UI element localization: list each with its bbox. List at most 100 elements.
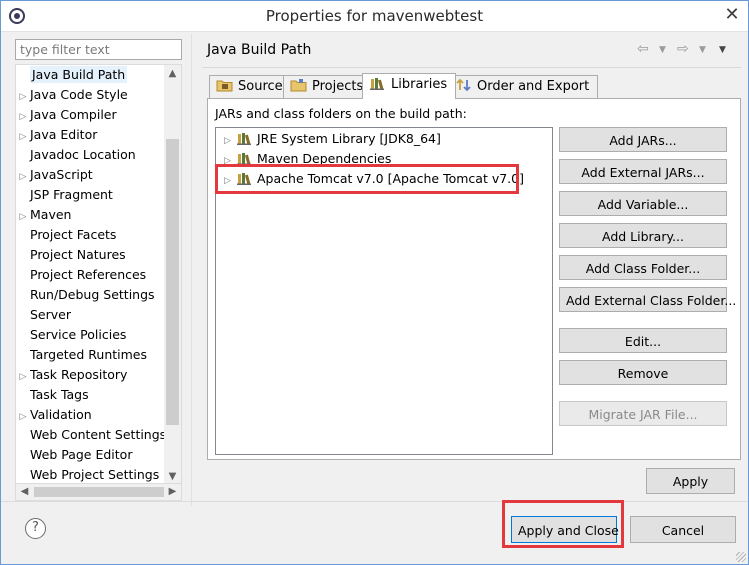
tab-order-and-export[interactable]: Order and Export: [448, 75, 599, 99]
tree-item-label: Service Policies: [30, 327, 127, 342]
order-export-icon: [456, 78, 471, 92]
hscroll-thumb[interactable]: [34, 487, 164, 497]
tree-item[interactable]: ▷ Task Repository: [16, 365, 128, 387]
help-icon[interactable]: ?: [25, 518, 46, 539]
tree-item-label: Web Project Settings: [30, 467, 160, 482]
filter-input[interactable]: [15, 39, 182, 60]
apply-close-highlight-box: [502, 500, 624, 548]
add-class-folder-button[interactable]: Add Class Folder...: [559, 255, 727, 280]
tree-item-label: Server: [30, 307, 71, 322]
migrate-jar-button[interactable]: Migrate JAR File...: [559, 401, 727, 426]
tree-item[interactable]: Run/Debug Settings: [16, 285, 155, 305]
tree-item-label: Task Repository: [30, 367, 128, 382]
close-icon[interactable]: ✕: [721, 6, 743, 26]
tomcat-highlight-box: [215, 164, 519, 194]
tab-projects[interactable]: Projects: [283, 75, 373, 99]
window-title: Properties for mavenwebtest: [265, 7, 484, 25]
expand-arrow-icon[interactable]: ▷: [16, 407, 30, 427]
tree-item[interactable]: Web Page Editor: [16, 445, 132, 465]
scroll-right-icon[interactable]: ▶: [164, 484, 181, 500]
tree-item[interactable]: Javadoc Location: [16, 145, 136, 165]
project-folder-icon: [290, 79, 307, 92]
tree-item-label: Javadoc Location: [30, 147, 136, 162]
add-jars-button[interactable]: Add JARs...: [559, 127, 727, 152]
tree-item-label: Validation: [30, 407, 92, 422]
cancel-button[interactable]: Cancel: [630, 516, 736, 543]
add-external-class-folder-button[interactable]: Add External Class Folder...: [559, 287, 736, 312]
tree-item[interactable]: ▷ Validation: [16, 405, 92, 425]
library-icon: [237, 153, 251, 165]
page-title: Java Build Path: [207, 42, 312, 58]
back-arrow-icon[interactable]: ⇦: [637, 41, 649, 57]
list-item-jre-system-library[interactable]: ▷ JRE System Library [JDK8_64]: [224, 129, 441, 149]
tree-item[interactable]: ▷ JavaScript: [16, 165, 93, 185]
tree-item-label: Project Facets: [30, 227, 117, 242]
tree-item[interactable]: Project Natures: [16, 245, 126, 265]
tree-item-label: JSP Fragment: [30, 187, 113, 202]
tree-horizontal-scrollbar[interactable]: ◀ ▶: [15, 484, 182, 501]
tree-item[interactable]: Web Content Settings: [16, 425, 166, 445]
scroll-left-icon[interactable]: ◀: [16, 484, 33, 500]
scroll-down-icon[interactable]: ▼: [164, 468, 181, 483]
source-folder-icon: [216, 80, 233, 92]
tree-item-label: Java Editor: [30, 127, 98, 142]
tree-item-label: Web Page Editor: [30, 447, 133, 462]
forward-arrow-icon[interactable]: ⇨: [677, 41, 689, 57]
library-icon: [237, 133, 251, 145]
expand-arrow-icon[interactable]: ▷: [16, 107, 30, 127]
tree-item[interactable]: ▷ Java Code Style: [16, 85, 128, 105]
footer-divider: [1, 501, 748, 502]
tree-item-label: Run/Debug Settings: [30, 287, 155, 302]
tree-item-label: Project References: [30, 267, 147, 282]
back-menu-chevron-icon[interactable]: ▼: [659, 45, 666, 55]
scroll-up-icon[interactable]: ▲: [164, 65, 181, 82]
tab-libraries[interactable]: Libraries: [362, 73, 457, 99]
edit-button[interactable]: Edit...: [559, 328, 727, 353]
apply-button[interactable]: Apply: [646, 468, 735, 494]
tree-item-label: Maven: [30, 207, 72, 222]
tree-item[interactable]: Project References: [16, 265, 146, 285]
expand-arrow-icon[interactable]: ▷: [16, 87, 30, 107]
properties-dialog: Properties for mavenwebtest ✕ Java Build…: [0, 0, 749, 565]
tree-item[interactable]: Java Build Path: [16, 65, 128, 85]
tree-vertical-scrollbar[interactable]: ▲ ▼: [164, 65, 181, 483]
scroll-thumb[interactable]: [166, 139, 179, 425]
tree-item-label: Java Compiler: [30, 107, 117, 122]
tree-item-label: Task Tags: [30, 387, 89, 402]
tree-item[interactable]: ▷ Java Editor: [16, 125, 98, 147]
expand-arrow-icon[interactable]: ▷: [16, 367, 30, 387]
expand-arrow-icon[interactable]: ▷: [224, 131, 236, 151]
tree-item-label: Project Natures: [30, 247, 126, 262]
view-menu-icon[interactable]: ▼: [719, 45, 726, 55]
tab-source[interactable]: Source: [209, 75, 292, 99]
library-icon: [370, 78, 384, 90]
tree-item[interactable]: Web Project Settings: [16, 465, 160, 483]
expand-arrow-icon[interactable]: ▷: [16, 207, 30, 227]
remove-button[interactable]: Remove: [559, 360, 727, 385]
add-external-jars-button[interactable]: Add External JARs...: [559, 159, 727, 184]
tree-item-label: Java Build Path: [30, 66, 128, 83]
history-nav: ⇦ ▼ ⇨ ▼ ▼: [637, 41, 737, 59]
resize-grip-icon[interactable]: [736, 552, 746, 562]
tree-item[interactable]: Task Tags: [16, 385, 89, 405]
expand-arrow-icon[interactable]: ▷: [16, 127, 30, 147]
tree-item[interactable]: ▷ Java Compiler: [16, 105, 117, 125]
forward-menu-chevron-icon[interactable]: ▼: [699, 45, 706, 55]
expand-arrow-icon[interactable]: ▷: [16, 167, 30, 187]
add-variable-button[interactable]: Add Variable...: [559, 191, 727, 216]
tree-item[interactable]: Service Policies: [16, 325, 126, 345]
tree-item[interactable]: Server: [16, 305, 71, 325]
pane-divider[interactable]: [191, 34, 192, 506]
tree-item-label: Web Content Settings: [30, 427, 167, 442]
tree-item[interactable]: ▷ Maven: [16, 205, 72, 227]
tree-item[interactable]: Project Facets: [16, 225, 116, 245]
header-divider: [202, 67, 741, 68]
tree-item-label: JavaScript: [30, 167, 93, 182]
tree-item[interactable]: JSP Fragment: [16, 185, 113, 205]
title-bar: Properties for mavenwebtest ✕: [1, 1, 748, 32]
property-tree: Java Build Path ▷ Java Code Style ▷ Java Com…: [15, 64, 182, 484]
add-library-button[interactable]: Add Library...: [559, 223, 727, 248]
build-path-label: JARs and class folders on the build path…: [215, 106, 467, 121]
tree-item[interactable]: Targeted Runtimes: [16, 345, 147, 365]
tree-item-label: Targeted Runtimes: [30, 347, 147, 362]
